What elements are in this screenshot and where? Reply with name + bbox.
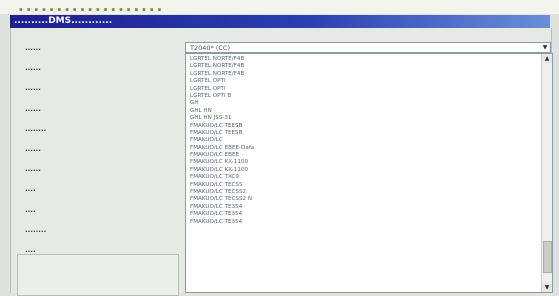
dropdown-option[interactable]: LGRTEL NORTE/F4B [190, 71, 254, 78]
dropdown-option[interactable]: FMAKUO/LC TE354 [190, 211, 254, 218]
window-title: ..........DMS............ [10, 15, 550, 28]
dropdown-option[interactable]: FMAKUO/LC KX-1100 [190, 159, 254, 166]
dropdown-option[interactable]: FMAKUO/LC EBEE-Dafa [190, 145, 254, 152]
scrollbar[interactable]: ▲ ▼ [541, 54, 552, 292]
dropdown-option[interactable]: FMAKUO/LC EBEE [190, 152, 254, 159]
field-label: ...... [25, 165, 41, 174]
dropdown-option[interactable]: FMAKUO/LC TXC9 [190, 174, 254, 181]
field-label: ...... [25, 44, 41, 52]
dropdown-option[interactable]: GHL HN JSS-31 [190, 115, 254, 122]
field-labels: ...... ...... ...... ...... ........ ...… [25, 42, 46, 264]
dropdown-option[interactable]: FMAKUO/LC [190, 137, 254, 144]
model-select[interactable]: T2040* (CC) ▼ [185, 42, 551, 53]
dropdown-option[interactable]: FMAKUO/LC TECSS2 [190, 189, 254, 196]
field-label: ........ [25, 124, 47, 133]
dropdown-option[interactable]: LGRTEL NORTE/F4B [190, 56, 254, 63]
dropdown-option[interactable]: LGRTEL OPTI B [190, 93, 254, 100]
dropdown-option[interactable]: LGRTEL NORTE/F4B [190, 63, 254, 70]
dropdown-option[interactable]: FMAKUO/LC TEESB [190, 123, 254, 130]
dropdown-option[interactable]: GH [190, 100, 254, 107]
dropdown-option[interactable]: FMAKUO/LC TEESB [190, 130, 254, 137]
dropdown-option[interactable]: FMAKUO/LC TECSS [190, 182, 254, 189]
model-dropdown-list[interactable]: LGRTEL NORTE/F4B LGRTEL NORTE/F4B LGRTEL N… [185, 53, 553, 293]
dropdown-option[interactable]: LGRTEL OPTI [190, 86, 254, 93]
field-label: ...... [25, 84, 41, 93]
field-label: ...... [25, 64, 41, 73]
field-label: ........ [25, 225, 47, 234]
dropdown-option[interactable]: FMAKUO/LC TE354 [190, 219, 254, 226]
chevron-down-icon[interactable]: ▼ [542, 283, 552, 292]
field-label: ...... [25, 144, 41, 153]
field-label: .... [25, 205, 36, 214]
settings-window: ...... ...... ...... ...... ........ ...… [10, 28, 553, 296]
dropdown-option[interactable]: GHL HN [190, 108, 254, 115]
dropdown-option[interactable]: FMAKUO/LC KX-1100 [190, 167, 254, 174]
field-label: ...... [25, 104, 41, 113]
chevron-down-icon[interactable]: ▼ [540, 43, 550, 52]
model-select-value: T2040* (CC) [190, 44, 230, 52]
header-strip-text: ................... [18, 0, 165, 14]
dropdown-option[interactable]: FMAKUO/LC TE354 [190, 204, 254, 211]
lower-panel [17, 254, 179, 296]
dropdown-option[interactable]: LGRTEL OPTI [190, 78, 254, 85]
dropdown-option[interactable]: FMAKUO/LC TECSS2 N [190, 196, 254, 203]
header-strip: ................... [0, 0, 559, 14]
chevron-up-icon[interactable]: ▲ [542, 54, 552, 63]
field-label: .... [25, 185, 36, 194]
scrollbar-thumb[interactable] [543, 241, 552, 273]
option-list: LGRTEL NORTE/F4B LGRTEL NORTE/F4B LGRTEL N… [190, 56, 254, 226]
